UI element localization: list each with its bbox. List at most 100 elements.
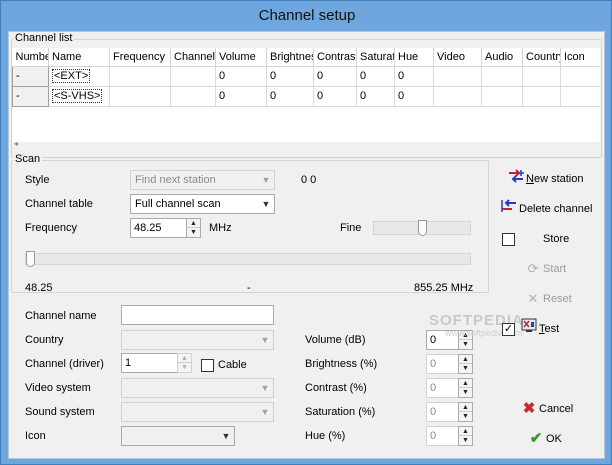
country-select[interactable]: ▼: [121, 330, 274, 350]
frequency-input[interactable]: 48.25: [130, 218, 187, 238]
spin-up-icon[interactable]: ▲: [178, 354, 191, 363]
row-channel-cell[interactable]: [170, 86, 216, 107]
icon-select[interactable]: ▼: [121, 426, 235, 446]
row-channel-cell[interactable]: [170, 66, 216, 87]
column-header-number[interactable]: Number: [12, 48, 49, 67]
spin-up-icon[interactable]: ▲: [187, 219, 200, 228]
channel-name-input[interactable]: [121, 305, 274, 325]
row-audio-cell[interactable]: [481, 66, 523, 87]
new-station-icon: [506, 168, 526, 190]
row-number-cell[interactable]: -: [12, 85, 49, 107]
spin-down-icon[interactable]: ▼: [459, 388, 472, 397]
scroll-left-arrow-icon[interactable]: ◂: [14, 139, 18, 148]
contrast-spinner[interactable]: ▲ ▼: [458, 378, 473, 398]
video-system-select[interactable]: ▼: [121, 378, 274, 398]
channel-list-horizontal-scrollbar[interactable]: ◂: [12, 139, 600, 150]
column-header-volume[interactable]: Volume: [215, 48, 267, 67]
row-hue-cell[interactable]: 0: [394, 66, 434, 87]
frequency-slider-thumb[interactable]: [26, 251, 35, 267]
spin-down-icon[interactable]: ▼: [459, 436, 472, 445]
row-contrast-cell[interactable]: 0: [313, 86, 357, 107]
saturation-input[interactable]: 0: [426, 402, 459, 422]
spin-down-icon[interactable]: ▼: [459, 340, 472, 349]
cable-checkbox[interactable]: [201, 359, 214, 372]
store-checkbox[interactable]: [502, 233, 515, 246]
sound-system-select[interactable]: ▼: [121, 402, 274, 422]
row-country-cell[interactable]: [522, 86, 561, 107]
table-row[interactable]: - <S-VHS> 0 0 0 0 0: [12, 85, 600, 107]
chevron-down-icon: ▼: [221, 431, 231, 441]
row-icon-cell[interactable]: [560, 66, 600, 87]
spin-up-icon[interactable]: ▲: [459, 403, 472, 412]
style-select-value: Find next station: [135, 174, 216, 186]
fine-slider[interactable]: [373, 220, 471, 236]
row-name-cell[interactable]: <S-VHS>: [48, 86, 110, 107]
column-header-frequency[interactable]: Frequency: [109, 48, 171, 67]
spin-down-icon[interactable]: ▼: [187, 228, 200, 237]
row-icon-cell[interactable]: [560, 86, 600, 107]
column-header-channel[interactable]: Channel: [170, 48, 216, 67]
contrast-input[interactable]: 0: [426, 378, 459, 398]
row-name-cell[interactable]: <EXT>: [48, 66, 110, 87]
test-checkbox[interactable]: ✓: [502, 323, 515, 336]
style-select[interactable]: Find next station ▼: [130, 170, 275, 190]
column-header-contrast[interactable]: Contrast: [313, 48, 357, 67]
row-contrast-cell[interactable]: 0: [313, 66, 357, 87]
delete-channel-button[interactable]: Delete channel: [499, 198, 592, 220]
column-header-hue[interactable]: Hue: [394, 48, 434, 67]
row-brightness-cell[interactable]: 0: [266, 86, 314, 107]
channel-table-select[interactable]: Full channel scan ▼: [130, 194, 275, 214]
row-frequency-cell[interactable]: [109, 66, 171, 87]
row-number-cell[interactable]: -: [12, 65, 49, 87]
start-button[interactable]: ⟳ Start: [523, 258, 567, 280]
row-volume-cell[interactable]: 0: [215, 86, 267, 107]
reset-button[interactable]: ✕ Reset: [523, 288, 572, 310]
row-video-cell[interactable]: [433, 86, 482, 107]
hue-input[interactable]: 0: [426, 426, 459, 446]
spin-down-icon[interactable]: ▼: [459, 364, 472, 373]
spin-down-icon[interactable]: ▼: [459, 412, 472, 421]
channel-setup-window: Channel setup Channel list Number Name F…: [0, 0, 612, 465]
column-header-brightness[interactable]: Brightness: [266, 48, 314, 67]
cancel-button[interactable]: ✖ Cancel: [519, 398, 574, 420]
saturation-spinner[interactable]: ▲ ▼: [458, 402, 473, 422]
channel-driver-spinner[interactable]: ▲ ▼: [177, 353, 192, 373]
fine-slider-thumb[interactable]: [418, 220, 427, 236]
column-header-audio[interactable]: Audio: [481, 48, 523, 67]
brightness-spinner[interactable]: ▲ ▼: [458, 354, 473, 374]
frequency-slider[interactable]: [25, 251, 471, 267]
row-saturation-cell[interactable]: 0: [356, 66, 395, 87]
style-counter: 0 0: [301, 174, 317, 186]
row-saturation-cell[interactable]: 0: [356, 86, 395, 107]
channel-list-grid[interactable]: Number Name Frequency Channel Volume Bri…: [12, 48, 600, 150]
frequency-spinner[interactable]: ▲ ▼: [186, 218, 201, 238]
row-audio-cell[interactable]: [481, 86, 523, 107]
column-header-saturation[interactable]: Saturation: [356, 48, 395, 67]
row-brightness-cell[interactable]: 0: [266, 66, 314, 87]
test-button[interactable]: Test: [519, 318, 559, 340]
new-station-button[interactable]: New station: [506, 168, 583, 190]
row-name-text: <S-VHS>: [52, 89, 103, 103]
brightness-input[interactable]: 0: [426, 354, 459, 374]
column-header-country[interactable]: Country: [522, 48, 561, 67]
spin-up-icon[interactable]: ▲: [459, 379, 472, 388]
ok-label: OK: [546, 433, 562, 445]
channel-driver-input[interactable]: 1: [121, 353, 178, 373]
channel-table-label: Channel table: [25, 198, 93, 210]
row-country-cell[interactable]: [522, 66, 561, 87]
spin-down-icon[interactable]: ▼: [178, 363, 191, 372]
row-volume-cell[interactable]: 0: [215, 66, 267, 87]
row-hue-cell[interactable]: 0: [394, 86, 434, 107]
column-header-video[interactable]: Video: [433, 48, 482, 67]
row-frequency-cell[interactable]: [109, 86, 171, 107]
column-header-icon[interactable]: Icon: [560, 48, 600, 67]
chevron-down-icon: ▼: [260, 407, 270, 417]
column-header-name[interactable]: Name: [48, 48, 110, 67]
spin-up-icon[interactable]: ▲: [459, 355, 472, 364]
hue-label: Hue (%): [305, 430, 346, 442]
spin-up-icon[interactable]: ▲: [459, 427, 472, 436]
ok-button[interactable]: ✔ OK: [526, 428, 562, 450]
table-row[interactable]: - <EXT> 0 0 0 0 0: [12, 65, 600, 87]
hue-spinner[interactable]: ▲ ▼: [458, 426, 473, 446]
row-video-cell[interactable]: [433, 66, 482, 87]
